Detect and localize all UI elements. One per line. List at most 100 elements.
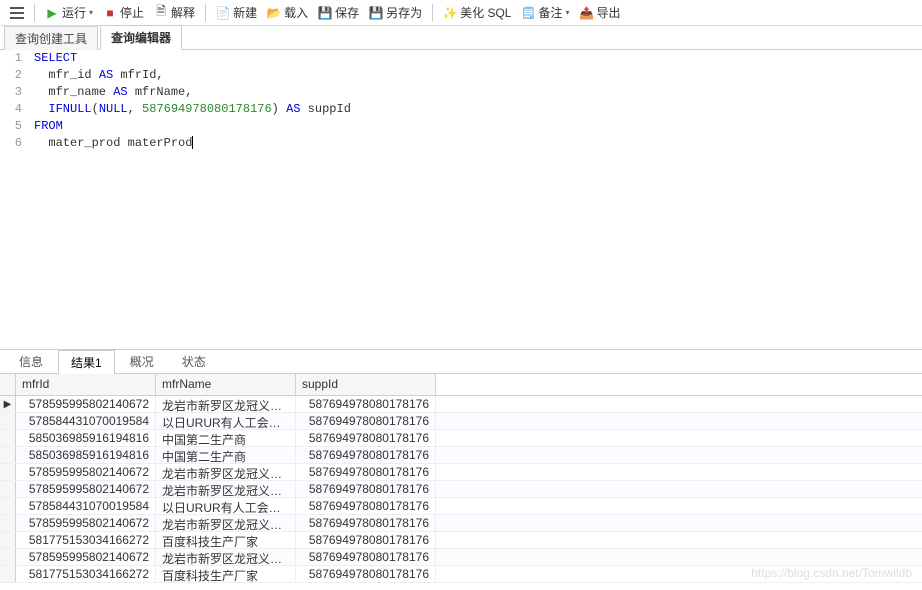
beautify-button[interactable]: ✨ 美化 SQL (439, 3, 515, 23)
main-toolbar: ▶ 运行 ▾ ■ 停止 🗎 解释 📄 新建 📂 载入 💾 保存 💾 另存为 ✨ … (0, 0, 922, 26)
beautify-icon: ✨ (443, 6, 457, 20)
save-as-icon: 💾 (369, 6, 383, 20)
cell-mfrId[interactable]: 578584431070019584 (16, 498, 156, 514)
cell-mfrId[interactable]: 585036985916194816 (16, 447, 156, 463)
cell-mfrId[interactable]: 578595995802140672 (16, 549, 156, 565)
cell-mfrName[interactable]: 中国第二生产商 (156, 447, 296, 463)
table-row[interactable]: 585036985916194816中国第二生产商587694978080178… (0, 430, 922, 447)
cell-mfrName[interactable]: 以日URUR有人工会经腾人工 (156, 413, 296, 429)
stop-button[interactable]: ■ 停止 (99, 3, 148, 23)
cell-mfrName[interactable]: 以日URUR有人工会经腾人工 (156, 498, 296, 514)
stop-icon: ■ (103, 6, 117, 20)
beautify-label: 美化 SQL (460, 4, 511, 21)
cell-suppId[interactable]: 587694978080178176 (296, 498, 436, 514)
cell-suppId[interactable]: 587694978080178176 (296, 396, 436, 412)
row-pointer (0, 464, 16, 480)
tab-status[interactable]: 状态 (169, 349, 219, 373)
cell-mfrId[interactable]: 581775153034166272 (16, 566, 156, 582)
result-grid: mfrId mfrName suppId ▶578595995802140672… (0, 374, 922, 583)
cell-mfrName[interactable]: 龙岩市新罗区龙冠义齿有限公 (156, 515, 296, 531)
remark-button[interactable]: 🗒 备注 ▾ (517, 3, 573, 23)
export-label: 导出 (597, 4, 621, 21)
editor-tabs: 查询创建工具 查询编辑器 (0, 26, 922, 50)
explain-label: 解释 (171, 4, 195, 21)
line-number-gutter: 123456 (0, 50, 28, 349)
cell-suppId[interactable]: 587694978080178176 (296, 515, 436, 531)
save-as-button[interactable]: 💾 另存为 (365, 3, 426, 23)
row-selector-header[interactable] (0, 374, 16, 395)
table-row[interactable]: 578584431070019584以日URUR有人工会经腾人工58769497… (0, 413, 922, 430)
row-pointer (0, 566, 16, 582)
cell-suppId[interactable]: 587694978080178176 (296, 413, 436, 429)
row-pointer (0, 430, 16, 446)
column-header-suppId[interactable]: suppId (296, 374, 436, 395)
cell-suppId[interactable]: 587694978080178176 (296, 481, 436, 497)
table-row[interactable]: 578584431070019584以日URUR有人工会经腾人工58769497… (0, 498, 922, 515)
cell-mfrName[interactable]: 龙岩市新罗区龙冠义齿有限公 (156, 396, 296, 412)
remark-label: 备注 (538, 4, 562, 21)
cell-suppId[interactable]: 587694978080178176 (296, 464, 436, 480)
table-row[interactable]: 581775153034166272百度科技生产厂家58769497808017… (0, 566, 922, 583)
divider (205, 4, 206, 22)
cell-suppId[interactable]: 587694978080178176 (296, 566, 436, 582)
table-row[interactable]: 578595995802140672龙岩市新罗区龙冠义齿有限公587694978… (0, 549, 922, 566)
cell-mfrId[interactable]: 578595995802140672 (16, 515, 156, 531)
tab-result1[interactable]: 结果1 (58, 350, 115, 374)
cell-mfrId[interactable]: 578595995802140672 (16, 396, 156, 412)
run-button[interactable]: ▶ 运行 ▾ (41, 3, 97, 23)
new-label: 新建 (233, 4, 257, 21)
row-pointer (0, 481, 16, 497)
row-pointer: ▶ (0, 396, 16, 412)
cell-suppId[interactable]: 587694978080178176 (296, 549, 436, 565)
cell-mfrName[interactable]: 百度科技生产厂家 (156, 532, 296, 548)
row-pointer (0, 515, 16, 531)
new-button[interactable]: 📄 新建 (212, 3, 261, 23)
divider (432, 4, 433, 22)
cell-suppId[interactable]: 587694978080178176 (296, 430, 436, 446)
cell-mfrId[interactable]: 585036985916194816 (16, 430, 156, 446)
cell-mfrName[interactable]: 中国第二生产商 (156, 430, 296, 446)
cell-suppId[interactable]: 587694978080178176 (296, 447, 436, 463)
cell-mfrId[interactable]: 581775153034166272 (16, 532, 156, 548)
save-as-label: 另存为 (386, 4, 422, 21)
table-row[interactable]: 585036985916194816中国第二生产商587694978080178… (0, 447, 922, 464)
explain-button[interactable]: 🗎 解释 (150, 3, 199, 23)
new-icon: 📄 (216, 6, 230, 20)
tab-overview[interactable]: 概况 (117, 349, 167, 373)
cell-mfrName[interactable]: 龙岩市新罗区龙冠义齿有限公 (156, 481, 296, 497)
row-pointer (0, 413, 16, 429)
cell-suppId[interactable]: 587694978080178176 (296, 532, 436, 548)
run-label: 运行 (62, 4, 86, 21)
cell-mfrName[interactable]: 龙岩市新罗区龙冠义齿有限公 (156, 464, 296, 480)
row-pointer (0, 532, 16, 548)
cell-mfrName[interactable]: 百度科技生产厂家 (156, 566, 296, 582)
table-row[interactable]: 578595995802140672龙岩市新罗区龙冠义齿有限公587694978… (0, 515, 922, 532)
table-row[interactable]: ▶578595995802140672龙岩市新罗区龙冠义齿有限公58769497… (0, 396, 922, 413)
row-pointer (0, 447, 16, 463)
table-row[interactable]: 581775153034166272百度科技生产厂家58769497808017… (0, 532, 922, 549)
load-button[interactable]: 📂 载入 (263, 3, 312, 23)
hamburger-menu-icon[interactable] (6, 3, 28, 23)
cell-mfrId[interactable]: 578595995802140672 (16, 464, 156, 480)
dropdown-icon: ▾ (566, 8, 570, 17)
code-area[interactable]: SELECT mfr_id AS mfrId, mfr_name AS mfrN… (28, 50, 922, 349)
tab-info[interactable]: 信息 (6, 349, 56, 373)
table-row[interactable]: 578595995802140672龙岩市新罗区龙冠义齿有限公587694978… (0, 464, 922, 481)
tab-query-editor[interactable]: 查询编辑器 (100, 25, 182, 50)
result-tabs: 信息 结果1 概况 状态 (0, 350, 922, 374)
table-row[interactable]: 578595995802140672龙岩市新罗区龙冠义齿有限公587694978… (0, 481, 922, 498)
column-header-mfrId[interactable]: mfrId (16, 374, 156, 395)
remark-icon: 🗒 (521, 6, 535, 20)
column-header-mfrName[interactable]: mfrName (156, 374, 296, 395)
export-button[interactable]: 📤 导出 (576, 3, 625, 23)
load-icon: 📂 (267, 6, 281, 20)
cell-mfrId[interactable]: 578595995802140672 (16, 481, 156, 497)
load-label: 载入 (284, 4, 308, 21)
cell-mfrId[interactable]: 578584431070019584 (16, 413, 156, 429)
export-icon: 📤 (580, 6, 594, 20)
tab-query-builder[interactable]: 查询创建工具 (4, 26, 98, 50)
stop-label: 停止 (120, 4, 144, 21)
cell-mfrName[interactable]: 龙岩市新罗区龙冠义齿有限公 (156, 549, 296, 565)
sql-editor[interactable]: 123456 SELECT mfr_id AS mfrId, mfr_name … (0, 50, 922, 350)
save-button[interactable]: 💾 保存 (314, 3, 363, 23)
